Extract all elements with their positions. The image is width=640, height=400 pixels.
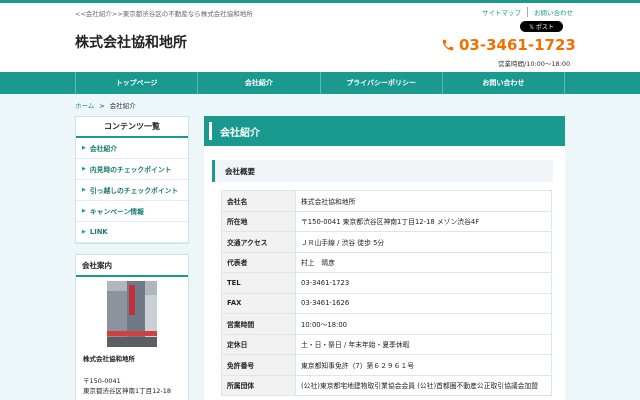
arrow-right-icon: ▶ <box>82 166 86 172</box>
table-row: 営業時間 10:00〜18:00 <box>221 313 552 335</box>
table-row: 代表者 村上 晴彦 <box>221 251 552 273</box>
table-key: 所在地 <box>221 210 296 232</box>
sidebar-item-label: LINK <box>89 228 108 236</box>
arrow-right-icon: ▶ <box>82 208 86 214</box>
breadcrumb: ホーム > 会社紹介 <box>75 100 136 110</box>
table-row: 定休日 土・日・祭日 / 年末年始・夏季休暇 <box>221 333 552 355</box>
company-overview-table: 会社名 株式会社協和地所 所在地 〒150-0041 東京都渋谷区神南1丁目12-1… <box>221 190 552 396</box>
table-key: 営業時間 <box>221 313 296 335</box>
breadcrumb-current: 会社紹介 <box>109 102 136 110</box>
nav-item-company[interactable]: 会社紹介 <box>197 72 319 94</box>
phone-number-text: 03-3461-1723 <box>459 36 576 54</box>
header-links: サイトマップ お問い合わせ <box>476 7 579 17</box>
table-key: TEL <box>221 272 296 294</box>
table-row: 所属団体 (公社)東京都宅地建物取引業協会会員 (公社)首都圏不動産公正取引協議会… <box>221 374 552 396</box>
phone-icon <box>442 39 454 51</box>
nav-item-privacy[interactable]: プライバシーポリシー <box>319 72 442 94</box>
sidebar-item-campaign[interactable]: ▶ キャンペーン情報 <box>76 201 188 222</box>
breadcrumb-separator: > <box>99 102 105 110</box>
table-value: 03-3461-1626 <box>295 292 552 314</box>
table-key: 会社名 <box>221 190 296 212</box>
top-accent-bar <box>0 0 640 3</box>
table-row: 免許番号 東京都知事免許（7）第６２９６１号 <box>221 354 552 376</box>
company-address: 〒150-0041 東京都渋谷区神南1丁目12-18 <box>76 363 188 396</box>
company-info-box: 会社案内 株式会社協和地所 〒150-0041 東京都渋谷区神南1丁目12-18 <box>75 254 189 400</box>
section-title: 会社概要 <box>212 160 553 182</box>
x-share-button[interactable]: 𝕏 ポスト <box>520 21 563 32</box>
company-info-title: 会社案内 <box>76 255 188 277</box>
sidebar-item-link[interactable]: ▶ LINK <box>76 222 188 243</box>
table-value: (公社)東京都宅地建物取引業協会会員 (公社)首都圏不動産公正取引協議会加盟 <box>295 374 552 396</box>
table-value: 村上 晴彦 <box>295 251 552 273</box>
table-value: 株式会社協和地所 <box>295 190 552 212</box>
site-title[interactable]: 株式会社協和地所 <box>75 32 187 52</box>
arrow-right-icon: ▶ <box>82 229 86 235</box>
table-row: TEL 03-3461-1723 <box>221 272 552 294</box>
phone-number[interactable]: 03-3461-1723 <box>441 36 576 54</box>
table-row: 交通アクセス ＪＲ山手線 / 渋谷 徒歩 5分 <box>221 231 552 253</box>
company-name: 株式会社協和地所 <box>83 355 135 363</box>
arrow-right-icon: ▶ <box>82 145 86 151</box>
table-value: ＪＲ山手線 / 渋谷 徒歩 5分 <box>295 231 552 253</box>
table-value: 東京都知事免許（7）第６２９６１号 <box>295 354 552 376</box>
sidebar-item-viewing-checkpoints[interactable]: ▶ 内見時のチェックポイント <box>76 159 188 180</box>
arrow-right-icon: ▶ <box>82 187 86 193</box>
sidebar-item-label: 会社紹介 <box>89 145 118 153</box>
table-value: 〒150-0041 東京都渋谷区神南1丁目12-18 メゾン渋谷4F <box>295 210 552 232</box>
sidebar-item-label: 引っ越しのチェックポイント <box>89 187 179 195</box>
table-row: FAX 03-3461-1626 <box>221 292 552 314</box>
table-key: 免許番号 <box>221 354 296 376</box>
storefront-photo <box>107 281 157 347</box>
contact-link[interactable]: お問い合わせ <box>527 7 579 17</box>
header-tagline: <<会社紹介>>東京都渋谷区の不動産なら株式会社協和地所 <box>75 10 253 18</box>
contents-box: コンテンツ一覧 ▶ 会社紹介 ▶ 内見時のチェックポイント ▶ 引っ越しのチェックポイ… <box>75 116 189 244</box>
main-content: 会社紹介 会社概要 会社名 株式会社協和地所 所在地 〒150-0041 東京都渋谷… <box>204 116 565 400</box>
table-value: 10:00〜18:00 <box>295 313 552 335</box>
table-key: 所属団体 <box>221 374 296 396</box>
table-value: 土・日・祭日 / 年末年始・夏季休暇 <box>295 333 552 355</box>
table-value: 03-3461-1723 <box>295 272 552 294</box>
business-hours: 営業時間/10:00〜18:00 <box>498 60 571 68</box>
sidebar-item-company[interactable]: ▶ 会社紹介 <box>76 138 188 159</box>
sidebar-item-moving-checkpoints[interactable]: ▶ 引っ越しのチェックポイント <box>76 180 188 201</box>
breadcrumb-home[interactable]: ホーム <box>75 102 94 110</box>
nav-items: トップページ 会社紹介 プライバシーポリシー お問い合わせ <box>75 72 565 94</box>
sidebar-item-label: 内見時のチェックポイント <box>89 166 172 174</box>
contents-title: コンテンツ一覧 <box>76 117 188 138</box>
table-row: 所在地 〒150-0041 東京都渋谷区神南1丁目12-18 メゾン渋谷4F <box>221 210 552 232</box>
page-title: 会社紹介 <box>204 116 565 146</box>
table-key: FAX <box>221 292 296 314</box>
table-key: 定休日 <box>221 333 296 355</box>
sidebar: コンテンツ一覧 ▶ 会社紹介 ▶ 内見時のチェックポイント ▶ 引っ越しのチェックポイ… <box>75 116 189 400</box>
global-nav: トップページ 会社紹介 プライバシーポリシー お問い合わせ <box>0 72 640 94</box>
sidebar-item-label: キャンペーン情報 <box>89 208 144 216</box>
table-row: 会社名 株式会社協和地所 <box>221 190 552 212</box>
sitemap-link[interactable]: サイトマップ <box>476 7 527 17</box>
postal-code: 〒150-0041 <box>83 377 121 385</box>
address-line: 東京都渋谷区神南1丁目12-18 <box>83 387 172 395</box>
table-key: 代表者 <box>221 251 296 273</box>
nav-item-contact[interactable]: お問い合わせ <box>441 72 565 94</box>
nav-item-top[interactable]: トップページ <box>75 72 197 94</box>
table-key: 交通アクセス <box>221 231 296 253</box>
main-body: 会社概要 会社名 株式会社協和地所 所在地 〒150-0041 東京都渋谷区神南1丁… <box>204 146 565 400</box>
